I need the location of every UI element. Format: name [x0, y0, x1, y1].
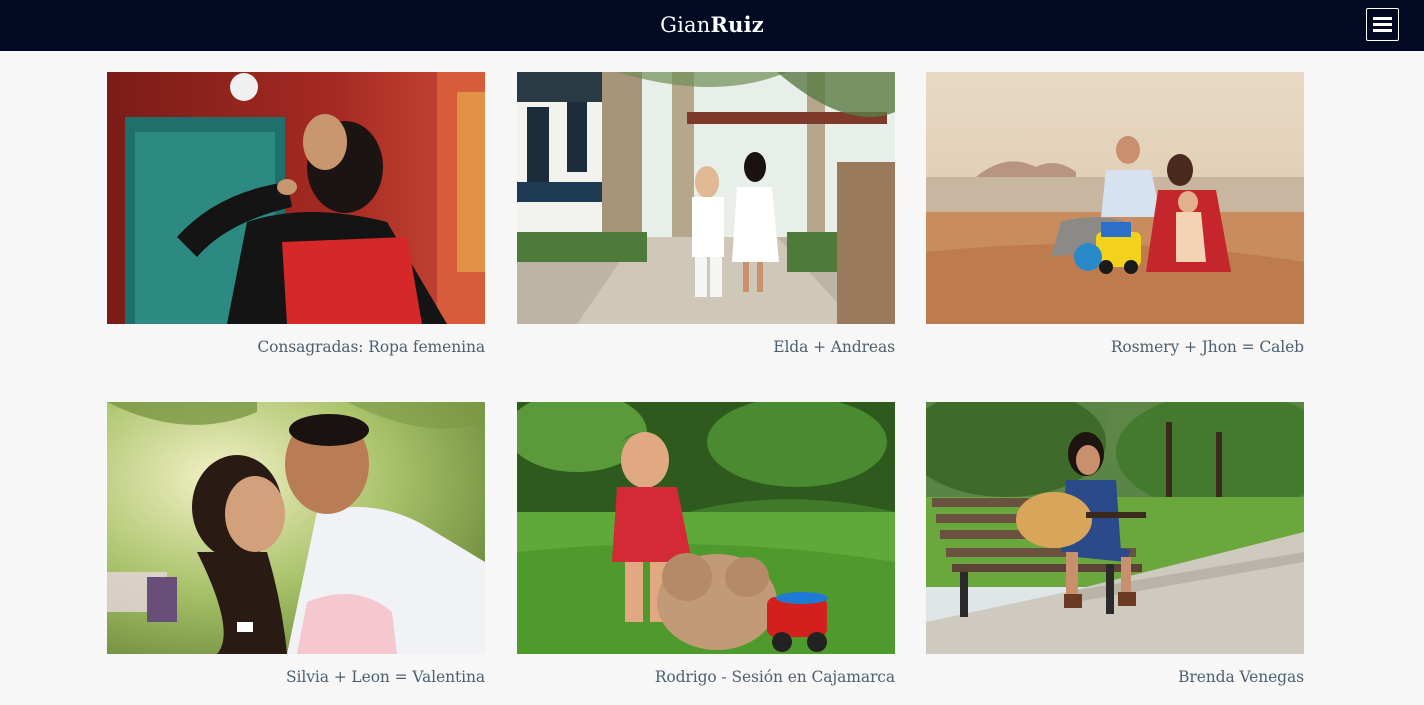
gallery-caption[interactable]: Consagradas: Ropa femenina — [107, 338, 485, 356]
gallery-card[interactable]: Rodrigo - Sesión en Cajamarca — [517, 402, 895, 686]
gallery-caption[interactable]: Rodrigo - Sesión en Cajamarca — [517, 668, 895, 686]
gallery-photo-family-beach[interactable] — [926, 72, 1304, 324]
gallery-caption[interactable]: Elda + Andreas — [517, 338, 895, 356]
gallery-photo-child-teddy-bear[interactable] — [517, 402, 895, 654]
gallery-photo-woman-guitar-bench[interactable] — [926, 402, 1304, 654]
gallery-photo-couple-walkway[interactable] — [517, 72, 895, 324]
gallery-card[interactable]: Elda + Andreas — [517, 72, 895, 356]
gallery-card[interactable]: Consagradas: Ropa femenina — [107, 72, 485, 356]
gallery-caption[interactable]: Brenda Venegas — [926, 668, 1304, 686]
gallery-photo-woman-red-dress[interactable] — [107, 72, 485, 324]
gallery-card[interactable]: Silvia + Leon = Valentina — [107, 402, 485, 686]
gallery-card[interactable]: Brenda Venegas — [926, 402, 1304, 686]
gallery-grid: Consagradas: Ropa femenina Elda + Andrea… — [0, 0, 1424, 705]
gallery-card[interactable]: Rosmery + Jhon = Caleb — [926, 72, 1304, 356]
gallery-caption[interactable]: Rosmery + Jhon = Caleb — [926, 338, 1304, 356]
gallery-caption[interactable]: Silvia + Leon = Valentina — [107, 668, 485, 686]
gallery-photo-expecting-couple[interactable] — [107, 402, 485, 654]
